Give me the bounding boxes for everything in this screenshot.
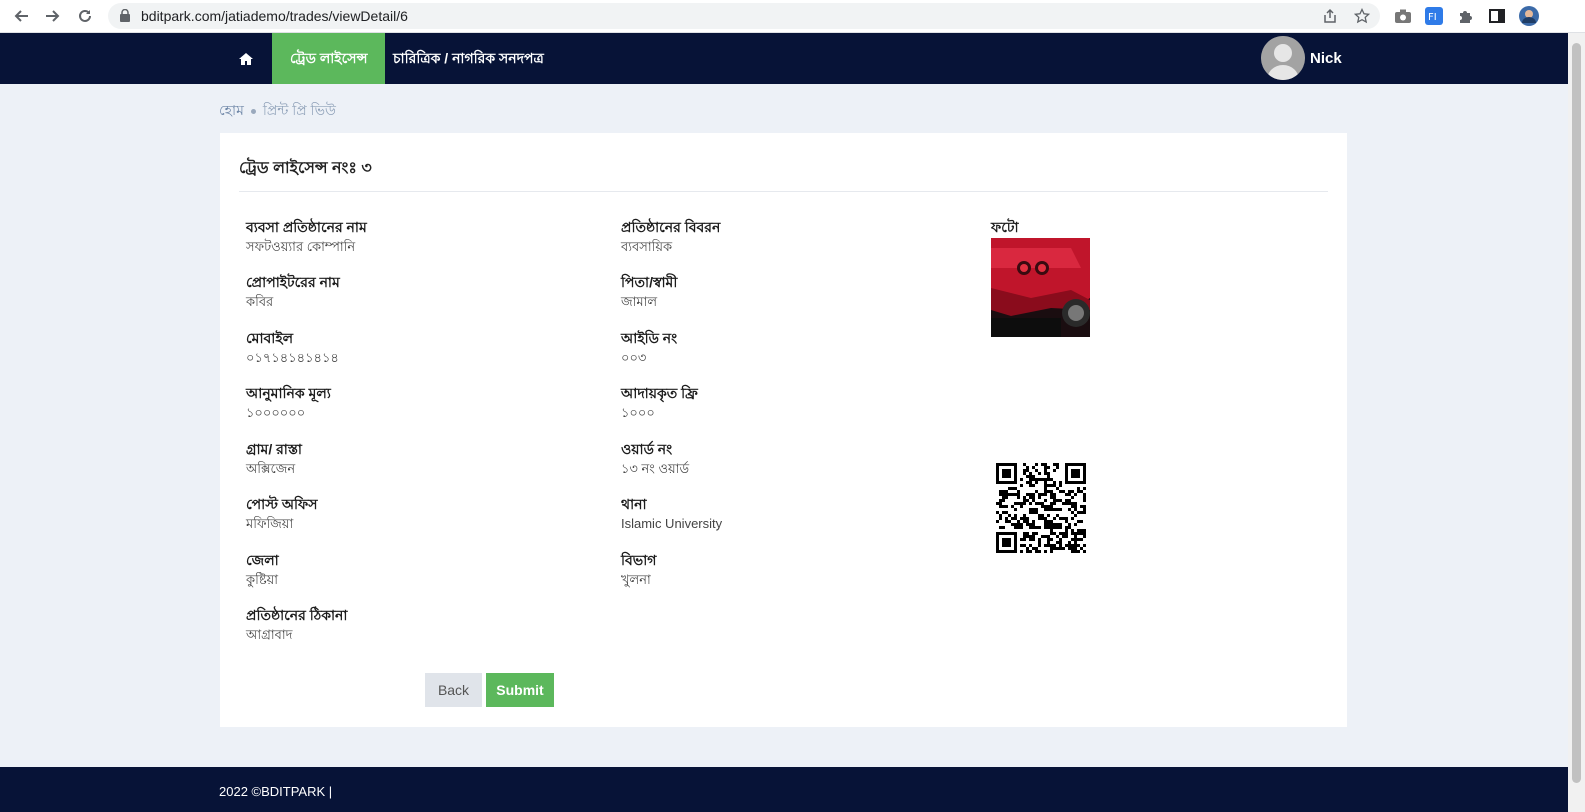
field-father-husband: পিতা/স্বামী জামাল xyxy=(621,273,677,311)
breadcrumb-home-link[interactable]: হোম xyxy=(219,99,244,123)
trade-license-card: ট্রেড লাইসেন্স নংঃ ৩ ব্যবসা প্রতিষ্ঠানের… xyxy=(220,133,1347,727)
field-label: প্রতিষ্ঠানের ঠিকানা xyxy=(246,607,348,623)
field-label: আইডি নং xyxy=(621,330,678,346)
field-value: ০০৩ xyxy=(621,350,647,365)
footer: 2022 ©BDITPARK | xyxy=(0,767,1568,812)
field-label: ওয়ার্ড নং xyxy=(621,441,673,457)
field-label: মোবাইল xyxy=(246,330,294,346)
field-value: অক্সিজেন xyxy=(246,461,296,476)
user-avatar-icon xyxy=(1261,36,1305,80)
field-value: সফটওয়্যার কোম্পানি xyxy=(246,239,356,254)
field-value: জামাল xyxy=(621,294,658,309)
field-village-road: গ্রাম/ রাস্তা অক্সিজেন xyxy=(246,440,302,478)
breadcrumb: হোম প্রিন্ট প্রি ভিউ xyxy=(219,99,336,123)
field-label: প্রোপাইটরের নাম xyxy=(246,274,340,290)
user-name: Nick xyxy=(1310,49,1342,67)
field-value: কুষ্টিয়া xyxy=(246,572,279,587)
forward-arrow-icon[interactable] xyxy=(40,4,66,28)
field-post-office: পোস্ট অফিস মফিজিয়া xyxy=(246,495,317,533)
profile-avatar-icon[interactable] xyxy=(1519,6,1539,26)
bookmark-star-icon[interactable] xyxy=(1352,7,1372,25)
field-id-number: আইডি নং ০০৩ xyxy=(621,329,677,367)
back-arrow-icon[interactable] xyxy=(8,4,34,28)
card-title: ট্রেড লাইসেন্স নংঃ ৩ xyxy=(239,160,372,177)
main-navbar: ট্রেড লাইসেন্স চারিত্রিক / নাগরিক সনদপত্… xyxy=(0,33,1568,84)
nav-item-character-certificate[interactable]: চারিত্রিক / নাগরিক সনদপত্র xyxy=(375,33,562,84)
address-bar[interactable]: bditpark.com/jatiademo/trades/viewDetail… xyxy=(108,3,1380,29)
submit-button[interactable]: Submit xyxy=(486,673,554,707)
field-value: ব্যবসায়িক xyxy=(621,239,673,254)
field-label: ব্যবসা প্রতিষ্ঠানের নাম xyxy=(246,219,367,235)
field-collected-fee: আদায়কৃত ফ্রি ১০০০ xyxy=(621,384,698,422)
share-icon[interactable] xyxy=(1320,7,1340,25)
field-value: ১৩ নং ওয়ার্ড xyxy=(621,461,690,476)
lock-icon xyxy=(120,9,130,22)
field-label: জেলা xyxy=(246,552,279,568)
field-label: আনুমানিক মূল্য xyxy=(246,385,331,401)
field-value: আগ্রাবাদ xyxy=(246,627,293,642)
puzzle-extensions-icon[interactable] xyxy=(1456,6,1476,26)
field-label: থানা xyxy=(621,496,647,512)
field-business-address: প্রতিষ্ঠানের ঠিকানা আগ্রাবাদ xyxy=(246,606,347,644)
user-menu[interactable]: Nick xyxy=(1261,36,1342,80)
field-ward-number: ওয়ার্ড নং ১৩ নং ওয়ার্ড xyxy=(621,440,689,478)
nav-item-trade-license[interactable]: ট্রেড লাইসেন্স xyxy=(272,33,386,84)
field-business-description: প্রতিষ্ঠানের বিবরন ব্যবসায়িক xyxy=(621,218,720,256)
back-button[interactable]: Back xyxy=(425,673,482,707)
field-label: গ্রাম/ রাস্তা xyxy=(246,441,302,457)
field-value: কবির xyxy=(246,294,274,309)
field-value: ০১৭১৪১৪১৪১৪ xyxy=(246,350,339,365)
field-photo: ফটো xyxy=(991,218,1019,237)
field-label: আদায়কৃত ফ্রি xyxy=(621,385,698,401)
nav-item-label: চারিত্রিক / নাগরিক সনদপত্র xyxy=(393,49,544,66)
nav-item-label: ট্রেড লাইসেন্স xyxy=(290,49,368,66)
field-label: পিতা/স্বামী xyxy=(621,274,678,290)
field-label: বিভাগ xyxy=(621,552,657,568)
field-label: ফটো xyxy=(991,219,1019,235)
field-division: বিভাগ খুলনা xyxy=(621,551,656,589)
scrollbar-thumb[interactable] xyxy=(1572,43,1581,783)
field-value: ১০০০ xyxy=(621,405,655,420)
home-icon[interactable] xyxy=(222,33,270,84)
field-police-station: থানা Islamic University xyxy=(621,495,722,533)
field-value: খুলনা xyxy=(621,572,651,587)
field-label: প্রতিষ্ঠানের বিবরন xyxy=(621,219,721,235)
field-value: Islamic University xyxy=(621,516,723,531)
field-district: জেলা কুষ্টিয়া xyxy=(246,551,279,589)
field-label: পোস্ট অফিস xyxy=(246,496,318,512)
field-value: ১০০০০০০ xyxy=(246,405,306,420)
svg-text:FI: FI xyxy=(1428,12,1437,23)
footer-copyright: 2022 ©BDITPARK | xyxy=(219,784,333,799)
reload-icon[interactable] xyxy=(72,4,98,28)
breadcrumb-separator-icon xyxy=(250,108,256,114)
field-value: মফিজিয়া xyxy=(246,516,294,531)
browser-toolbar: bditpark.com/jatiademo/trades/viewDetail… xyxy=(0,0,1585,33)
camera-icon[interactable] xyxy=(1393,6,1413,26)
extension-fi-icon[interactable]: FI xyxy=(1424,6,1444,26)
side-panel-icon[interactable] xyxy=(1487,6,1507,26)
field-estimated-value: আনুমানিক মূল্য ১০০০০০০ xyxy=(246,384,331,422)
field-proprietor-name: প্রোপাইটরের নাম কবির xyxy=(246,273,340,311)
qr-code xyxy=(996,463,1086,553)
divider xyxy=(239,191,1328,192)
url-text: bditpark.com/jatiademo/trades/viewDetail… xyxy=(141,8,408,24)
proprietor-photo xyxy=(991,238,1090,337)
page-scrollbar[interactable] xyxy=(1568,33,1585,812)
breadcrumb-current: প্রিন্ট প্রি ভিউ xyxy=(262,102,336,118)
field-mobile: মোবাইল ০১৭১৪১৪১৪১৪ xyxy=(246,329,339,367)
field-business-name: ব্যবসা প্রতিষ্ঠানের নাম সফটওয়্যার কোম্প… xyxy=(246,218,367,256)
